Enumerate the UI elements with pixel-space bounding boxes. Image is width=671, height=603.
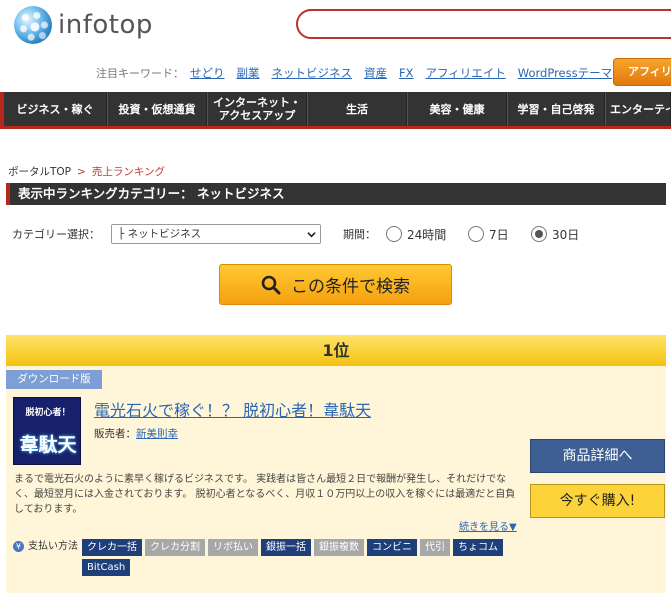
nav-item-business[interactable]: ビジネス・稼ぐ bbox=[0, 92, 107, 126]
rank-header: 1位 bbox=[6, 335, 666, 366]
nav-item-label: エンターテイ bbox=[610, 102, 671, 116]
logo-text: infotop bbox=[58, 10, 153, 40]
logo-globe-icon bbox=[14, 6, 52, 44]
payment-tag: リボ払い bbox=[208, 539, 258, 556]
yen-icon: ¥ bbox=[13, 541, 24, 552]
payment-tag: 銀振一括 bbox=[261, 539, 311, 556]
seller-link[interactable]: 新美則幸 bbox=[136, 428, 178, 440]
payment-tag: BitCash bbox=[82, 559, 131, 576]
search-button[interactable]: この条件で検索 bbox=[219, 264, 452, 305]
payment-tag: ちょコム bbox=[453, 539, 503, 556]
keyword-link[interactable]: FX bbox=[399, 66, 414, 80]
payment-tag: 銀振複数 bbox=[314, 539, 364, 556]
period-radio-24h[interactable]: 24時間 bbox=[386, 224, 446, 244]
product-type-tag: ダウンロード版 bbox=[6, 370, 102, 389]
period-radio-30d[interactable]: 30日 bbox=[531, 224, 579, 244]
breadcrumb-home[interactable]: ポータルTOP bbox=[8, 166, 71, 178]
period-label: 期間： bbox=[343, 228, 376, 241]
product-detail-button[interactable]: 商品詳細へ bbox=[530, 439, 665, 473]
search-icon bbox=[261, 275, 281, 294]
radio-circle-selected bbox=[531, 226, 547, 242]
keyword-row: 注目キーワード： せどり 副業 ネットビジネス 資産 FX アフィリエイト Wo… bbox=[96, 64, 624, 82]
payment-tags: クレカ一括 クレカ分割 リボ払い 銀振一括 銀振複数 コンビニ 代引 ちょコム … bbox=[82, 539, 522, 576]
payment-method-label: 支払い方法 bbox=[28, 541, 78, 552]
payment-tag: クレカ一括 bbox=[82, 539, 142, 556]
nav-item-learning[interactable]: 学習・自己啓発 bbox=[507, 92, 605, 126]
radio-label: 30日 bbox=[552, 227, 580, 242]
affiliate-button[interactable]: アフィリエ bbox=[613, 58, 671, 86]
category-select[interactable]: ├ ネットビジネス bbox=[111, 224, 321, 244]
nav-item-beauty[interactable]: 美容・健康 bbox=[407, 92, 507, 126]
keyword-link[interactable]: アフィリエイト bbox=[426, 65, 506, 81]
product-thumbnail[interactable]: 脱初心者！ 韋駄天 bbox=[13, 397, 81, 465]
search-button-label: この条件で検索 bbox=[291, 277, 410, 297]
nav-item-life[interactable]: 生活 bbox=[307, 92, 407, 126]
nav-item-label: ビジネス・稼ぐ bbox=[16, 102, 94, 116]
nav-item-label: インターネット・ アクセスアップ bbox=[213, 96, 301, 122]
payment-tag: クレカ分割 bbox=[145, 539, 205, 556]
radio-circle bbox=[386, 226, 402, 242]
seller-label: 販売者： bbox=[94, 428, 136, 440]
header: infotop bbox=[0, 0, 671, 52]
chevron-down-icon bbox=[307, 232, 316, 238]
nav-item-label: 投資・仮想通貨 bbox=[118, 102, 196, 116]
radio-circle bbox=[468, 226, 484, 242]
breadcrumb-current: 売上ランキング bbox=[91, 166, 166, 178]
keyword-link[interactable]: せどり bbox=[190, 65, 225, 81]
buy-now-button[interactable]: 今すぐ購入! bbox=[530, 484, 665, 518]
keyword-link[interactable]: 副業 bbox=[237, 65, 260, 81]
search-input[interactable] bbox=[296, 9, 671, 39]
thumbnail-line1: 脱初心者！ bbox=[25, 408, 71, 418]
nav-item-label: 生活 bbox=[346, 102, 368, 116]
keyword-link[interactable]: 資産 bbox=[364, 65, 387, 81]
product-title-link[interactable]: 電光石火で稼ぐ！？ 脱初心者！韋駄天 bbox=[94, 397, 371, 421]
payment-tag: コンビニ bbox=[367, 539, 417, 556]
read-more-link[interactable]: 続きを見る▼ bbox=[459, 518, 517, 533]
category-nav: ビジネス・稼ぐ 投資・仮想通貨 インターネット・ アクセスアップ 生活 美容・健… bbox=[0, 92, 671, 126]
nav-item-entertainment[interactable]: エンターテイ bbox=[605, 92, 671, 126]
payment-tag: 代引 bbox=[420, 539, 450, 556]
nav-divider bbox=[0, 126, 671, 129]
category-select-label: カテゴリー選択： bbox=[12, 228, 100, 241]
ranking-card: ダウンロード版 脱初心者！ 韋駄天 電光石火で稼ぐ！？ 脱初心者！韋駄天 販売者… bbox=[6, 366, 666, 593]
thumbnail-line2: 韋駄天 bbox=[19, 434, 77, 456]
keywords-label: 注目キーワード： bbox=[96, 67, 184, 80]
breadcrumb: ポータルTOP > 売上ランキング bbox=[8, 164, 165, 179]
radio-label: 7日 bbox=[489, 227, 509, 242]
product-description: まるで電光石火のように素早く稼げるビジネスです。 実践者は皆さん最短２日で報酬が… bbox=[14, 474, 516, 515]
nav-item-label: 学習・自己啓発 bbox=[517, 102, 595, 116]
category-title: 表示中ランキングカテゴリー： ネットビジネス bbox=[6, 183, 666, 205]
nav-item-label: 美容・健康 bbox=[429, 102, 485, 116]
category-select-value: ├ ネットビジネス bbox=[118, 228, 202, 240]
keyword-link[interactable]: ネットビジネス bbox=[272, 65, 353, 81]
logo[interactable]: infotop bbox=[14, 6, 153, 44]
nav-item-invest[interactable]: 投資・仮想通貨 bbox=[107, 92, 207, 126]
radio-label: 24時間 bbox=[407, 227, 447, 242]
seller: 販売者：新美則幸 bbox=[94, 426, 178, 441]
keyword-link[interactable]: WordPressテーマ bbox=[518, 65, 612, 81]
breadcrumb-separator: > bbox=[77, 166, 86, 178]
filter-row: カテゴリー選択： ├ ネットビジネス 期間： 24時間 7日 30日 bbox=[12, 224, 662, 244]
nav-item-internet[interactable]: インターネット・ アクセスアップ bbox=[207, 92, 307, 126]
period-radio-7d[interactable]: 7日 bbox=[468, 224, 509, 244]
